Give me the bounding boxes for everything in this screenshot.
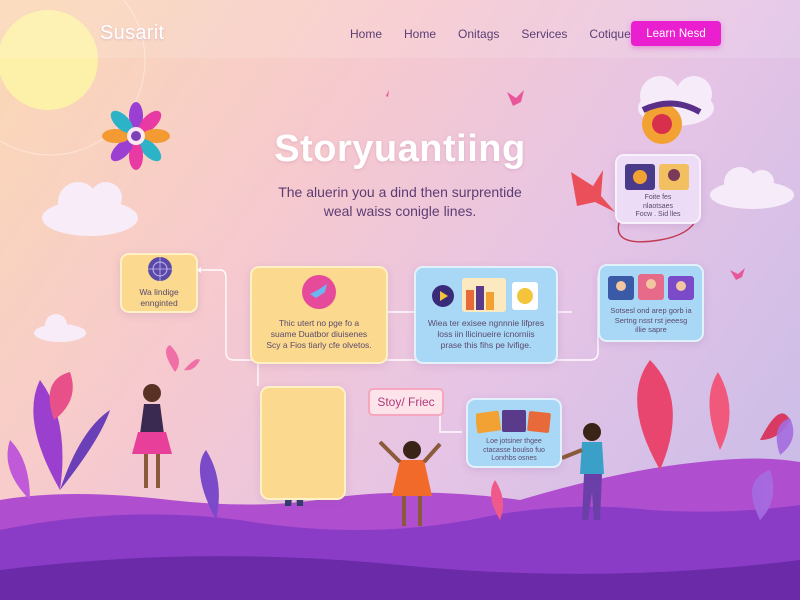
card-top-right-text: Foite fes nlaotsaes Focw . Sid lles: [635, 194, 681, 218]
gallery-icon: [625, 164, 689, 190]
card-right-small[interactable]: Sotsesl ond arep gorb ia Sertng nsst rst…: [598, 264, 704, 342]
card-left-small-text: Wa lindige ennginted: [139, 287, 179, 308]
story-tag-button[interactable]: Stoy/ Friec: [368, 388, 444, 416]
nav-link-cotique[interactable]: Cotique: [585, 26, 634, 42]
card-top-right[interactable]: Foite fes nlaotsaes Focw . Sid lles: [615, 154, 701, 224]
card-yellow-2[interactable]: [260, 386, 346, 500]
person-left: [132, 384, 172, 488]
card-blue-1[interactable]: Wiea ter exisee ngnnnie lifpres loss iin…: [414, 266, 558, 364]
people-photos-icon: [608, 274, 694, 300]
nav-link-services[interactable]: Services: [517, 26, 571, 42]
bird-icon: [302, 275, 336, 309]
media-thumbnails-icon: [432, 278, 538, 312]
card-yellow-1[interactable]: Thic utert no pge fo a suame Duatbor diu…: [250, 266, 388, 364]
hero-subtitle-line-2: weal waiss conigle lines.: [323, 203, 477, 219]
card-blue-2[interactable]: Loe jotsiner thgee ctacasse boulso fuo L…: [466, 398, 562, 468]
nav-menu: Home Home Onitags Services Cotique: [346, 26, 635, 42]
site-logo[interactable]: Susarit: [100, 22, 164, 45]
nav-link-home[interactable]: Home: [346, 26, 386, 42]
hero-subtitle: The aluerin you a dind then surprentide …: [250, 183, 550, 221]
hero-subtitle-line-1: The aluerin you a dind then surprentide: [278, 184, 522, 200]
card-blue-2-text: Loe jotsiner thgee ctacasse boulso fuo L…: [483, 438, 545, 462]
learn-more-button[interactable]: Learn Nesd: [631, 21, 721, 46]
card-right-small-text: Sotsesl ond arep gorb ia Sertng nsst rst…: [610, 306, 692, 334]
book-cards-icon: [476, 410, 551, 434]
card-left-small[interactable]: Wa lindige ennginted: [120, 253, 198, 313]
card-blue-1-text: Wiea ter exisee ngnnnie lifpres loss iin…: [427, 318, 545, 350]
globe-icon: [148, 257, 172, 281]
nav-link-onitags[interactable]: Onitags: [454, 26, 503, 42]
card-yellow-1-text: Thic utert no pge fo a suame Duatbor diu…: [266, 318, 372, 350]
nav-link-home-2[interactable]: Home: [400, 26, 440, 42]
